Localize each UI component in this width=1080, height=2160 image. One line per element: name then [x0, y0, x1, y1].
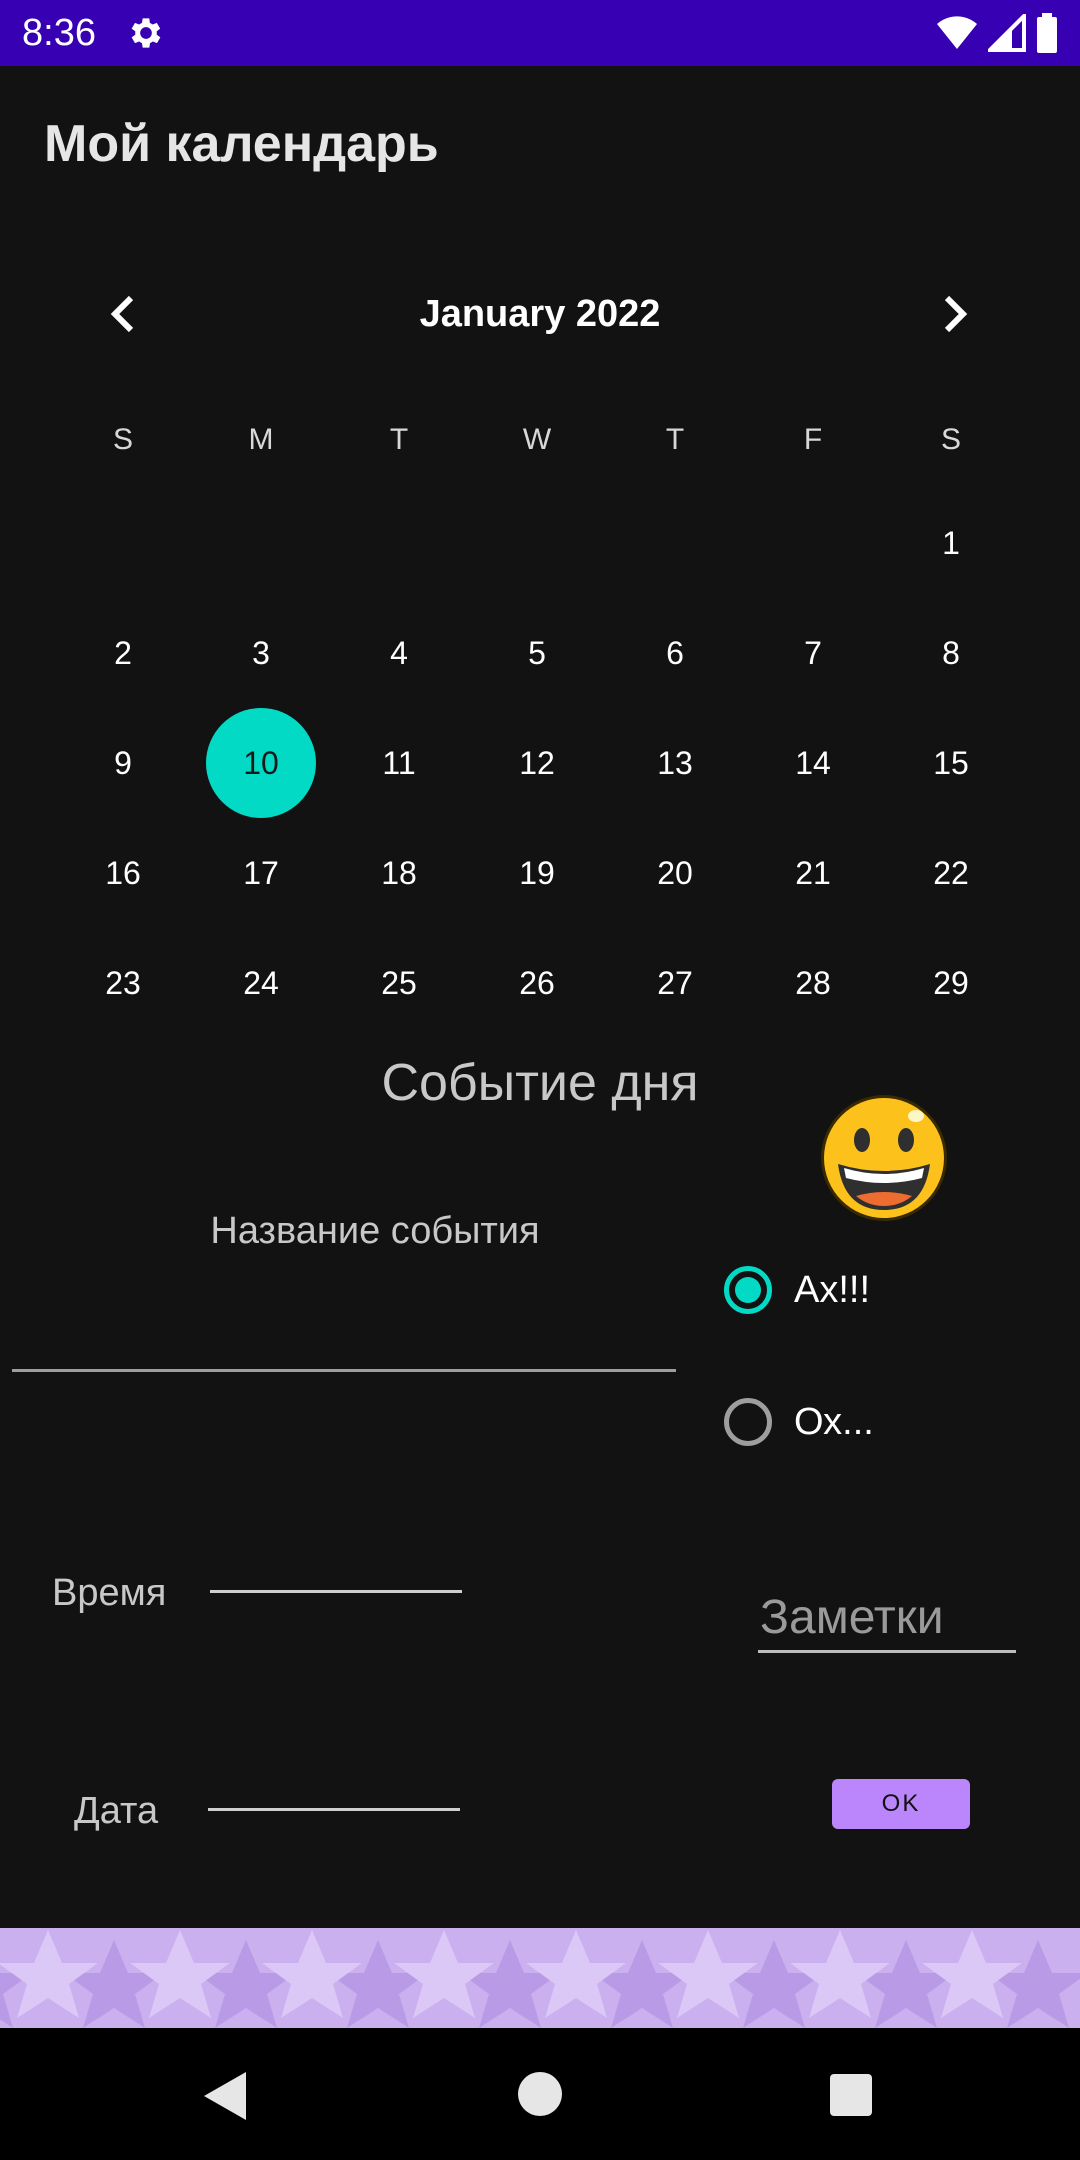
calendar-day[interactable]: 27 [620, 928, 730, 1038]
next-month-button[interactable] [930, 284, 982, 344]
radio-oh-control[interactable] [724, 1398, 772, 1446]
home-icon[interactable] [518, 2072, 562, 2116]
signal-icon [988, 14, 1026, 52]
star-pattern [0, 1930, 1080, 2028]
radio-ax-control[interactable] [724, 1266, 772, 1314]
calendar-day[interactable]: 19 [482, 818, 592, 928]
radio-oh-label: Ох... [794, 1400, 874, 1443]
notes-input[interactable] [758, 1584, 1016, 1653]
battery-icon [1037, 13, 1057, 53]
calendar-day[interactable]: 6 [620, 598, 730, 708]
calendar-day[interactable]: 25 [344, 928, 454, 1038]
calendar-day[interactable]: 20 [620, 818, 730, 928]
weekday-label: F [803, 423, 823, 456]
recent-apps-icon[interactable] [830, 2074, 872, 2116]
wifi-icon [937, 16, 977, 49]
weekday-label: S [112, 423, 133, 456]
month-label: January 2022 [419, 293, 661, 335]
time-field[interactable] [210, 1590, 462, 1593]
calendar-day[interactable]: 10 [206, 708, 316, 818]
calendar-day[interactable]: 5 [482, 598, 592, 708]
chevron-right-icon [944, 295, 968, 333]
ok-button[interactable]: OK [832, 1779, 970, 1829]
grinning-face-icon [821, 1095, 947, 1221]
calendar-day[interactable]: 21 [758, 818, 868, 928]
time-label: Время [52, 1572, 167, 1614]
calendar-day[interactable]: 8 [896, 598, 1006, 708]
calendar-day[interactable]: 18 [344, 818, 454, 928]
calendar-day[interactable]: 28 [758, 928, 868, 1038]
star-banner [0, 1928, 1080, 2028]
calendar-day[interactable]: 17 [206, 818, 316, 928]
previous-month-button[interactable] [96, 284, 148, 344]
event-name-field[interactable] [12, 1369, 676, 1372]
calendar-day[interactable]: 11 [344, 708, 454, 818]
weekday-label: T [389, 423, 409, 456]
calendar-day[interactable]: 2 [68, 598, 178, 708]
date-field[interactable] [208, 1808, 460, 1811]
calendar-day[interactable]: 3 [206, 598, 316, 708]
calendar-day[interactable]: 26 [482, 928, 592, 1038]
calendar-day[interactable]: 14 [758, 708, 868, 818]
date-label: Дата [74, 1790, 159, 1832]
calendar-day[interactable]: 1 [896, 488, 1006, 598]
weekday-label: T [665, 423, 685, 456]
calendar-day[interactable]: 15 [896, 708, 1006, 818]
weekday-label: W [522, 423, 552, 456]
radio-ax[interactable]: Ах!!! [724, 1266, 870, 1314]
calendar-day[interactable]: 16 [68, 818, 178, 928]
calendar-day[interactable]: 13 [620, 708, 730, 818]
status-time: 8:36 [22, 12, 96, 54]
calendar-day[interactable]: 22 [896, 818, 1006, 928]
calendar-day[interactable]: 4 [344, 598, 454, 708]
weekday-label: S [940, 423, 961, 456]
event-heading: Событие дня [381, 1054, 699, 1112]
calendar-day[interactable]: 9 [68, 708, 178, 818]
radio-ax-label: Ах!!! [794, 1268, 871, 1311]
status-icons [936, 10, 1058, 56]
weekday-label: M [248, 423, 274, 456]
selected-day-indicator: 10 [206, 708, 316, 818]
calendar-day[interactable]: 23 [68, 928, 178, 1038]
calendar-day[interactable]: 7 [758, 598, 868, 708]
radio-oh[interactable]: Ох... [724, 1398, 874, 1446]
calendar-day[interactable]: 12 [482, 708, 592, 818]
back-icon[interactable] [196, 2068, 256, 2124]
calendar-day[interactable]: 29 [896, 928, 1006, 1038]
gear-icon [131, 18, 161, 48]
event-name-label: Название события [210, 1210, 540, 1252]
chevron-left-icon [110, 295, 134, 333]
app-title: Мой календарь [44, 115, 439, 173]
calendar-day[interactable]: 24 [206, 928, 316, 1038]
radio-ax-dot [735, 1277, 761, 1303]
